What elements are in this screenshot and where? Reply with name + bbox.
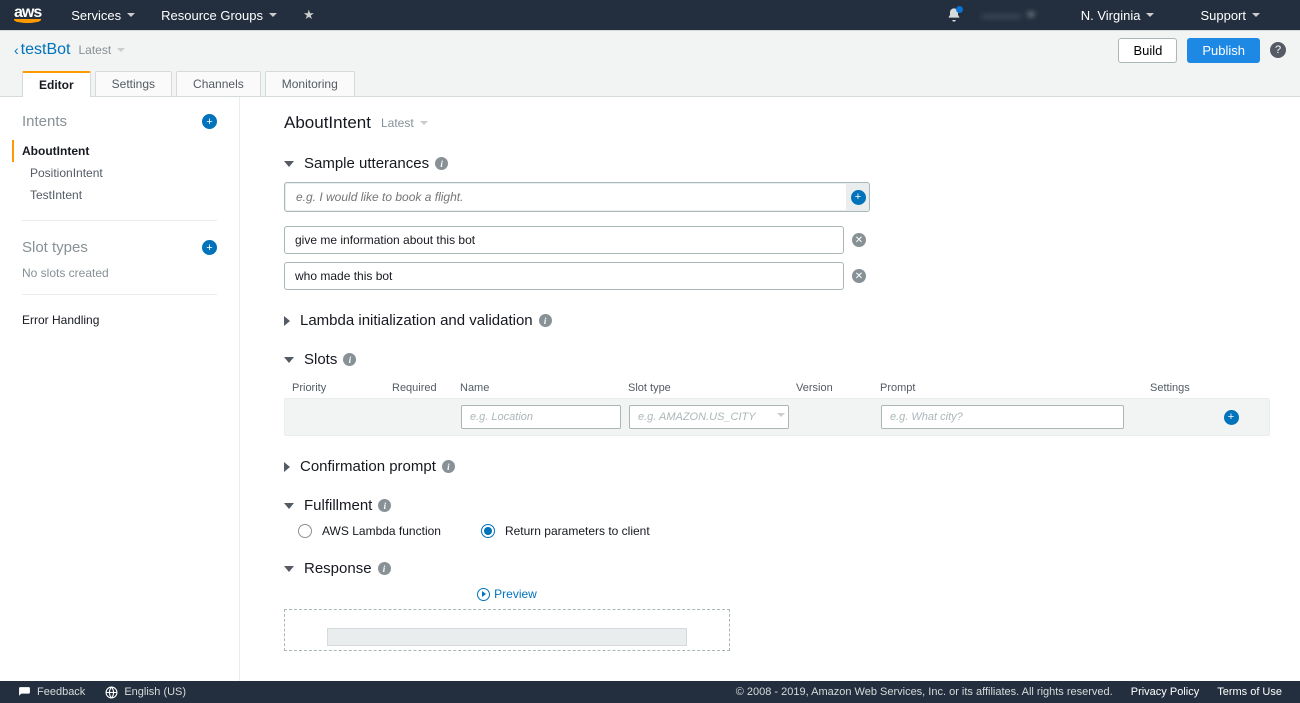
section-fulfillment-title: Fulfillment	[304, 497, 372, 514]
utterance-row: ✕	[284, 262, 1270, 290]
region-selector[interactable]: N. Virginia	[1081, 8, 1155, 23]
col-version: Version	[796, 382, 880, 394]
terms-link[interactable]: Terms of Use	[1217, 686, 1282, 698]
fulfillment-radio-lambda[interactable]: AWS Lambda function	[298, 524, 441, 538]
slots-header-row: Priority Required Name Slot type Version…	[284, 378, 1270, 398]
section-confirmation-title: Confirmation prompt	[300, 458, 436, 475]
col-type: Slot type	[628, 382, 796, 394]
sidebar-intents-header: Intents	[22, 113, 67, 130]
section-lambda-init-title: Lambda initialization and validation	[300, 312, 533, 329]
response-card	[284, 609, 730, 651]
tab-monitoring[interactable]: Monitoring	[265, 71, 355, 96]
language-selector[interactable]: English (US)	[105, 686, 186, 699]
publish-button[interactable]: Publish	[1187, 38, 1260, 63]
notification-dot	[956, 6, 963, 13]
info-icon[interactable]: i	[378, 562, 391, 575]
aws-logo[interactable]: aws	[14, 7, 41, 23]
utterance-input-new[interactable]	[286, 184, 846, 210]
sidebar-intent-position[interactable]: PositionIntent	[22, 162, 217, 184]
support-menu[interactable]: Support	[1200, 8, 1260, 23]
delete-utterance-button[interactable]: ✕	[852, 233, 866, 247]
fulfillment-radio-return-params[interactable]: Return parameters to client	[481, 524, 650, 538]
sidebar: Intents + AboutIntent PositionIntent Tes…	[0, 97, 240, 681]
tab-channels[interactable]: Channels	[176, 71, 261, 96]
play-icon	[477, 588, 490, 601]
disclosure-confirmation[interactable]	[284, 462, 290, 472]
feedback-link[interactable]: Feedback	[18, 686, 85, 699]
copyright: © 2008 - 2019, Amazon Web Services, Inc.…	[736, 686, 1113, 698]
add-utterance-button[interactable]: +	[851, 190, 866, 205]
caret-down-icon	[269, 13, 277, 17]
preview-link[interactable]: Preview	[284, 587, 730, 601]
col-settings: Settings	[1150, 382, 1262, 394]
add-intent-button[interactable]: +	[202, 114, 217, 129]
info-icon[interactable]: i	[343, 353, 356, 366]
help-icon[interactable]: ?	[1270, 42, 1286, 58]
caret-down-icon	[117, 48, 125, 52]
pin-icon[interactable]: ★	[303, 7, 315, 23]
section-utterances-title: Sample utterances	[304, 155, 429, 172]
info-icon[interactable]: i	[442, 460, 455, 473]
delete-utterance-button[interactable]: ✕	[852, 269, 866, 283]
utterance-row: ✕	[284, 226, 1270, 254]
caret-down-icon	[420, 121, 428, 125]
add-slot-type-button[interactable]: +	[202, 240, 217, 255]
caret-down-icon	[127, 13, 135, 17]
sidebar-intent-test[interactable]: TestIntent	[22, 184, 217, 206]
bot-name-link[interactable]: testBot	[21, 41, 71, 59]
disclosure-lambda-init[interactable]	[284, 316, 290, 326]
slot-new-row: +	[284, 398, 1270, 436]
disclosure-slots[interactable]	[284, 357, 294, 363]
disclosure-utterances[interactable]	[284, 161, 294, 167]
slot-name-input[interactable]	[461, 405, 621, 429]
content-pane: AboutIntent Latest Sample utterances i +…	[240, 97, 1300, 681]
notifications-icon[interactable]	[946, 7, 962, 23]
section-slots-title: Slots	[304, 351, 337, 368]
caret-down-icon	[1252, 13, 1260, 17]
col-priority: Priority	[292, 382, 392, 394]
build-button[interactable]: Build	[1118, 38, 1177, 63]
slot-prompt-input[interactable]	[881, 405, 1124, 429]
utterance-input[interactable]	[284, 226, 844, 254]
caret-down-icon	[1146, 13, 1154, 17]
footer: Feedback English (US) © 2008 - 2019, Ama…	[0, 681, 1300, 703]
breadcrumb-bar: ‹ testBot Latest Build Publish ?	[0, 30, 1300, 70]
intent-title: AboutIntent	[284, 113, 371, 133]
sidebar-slot-types-header: Slot types	[22, 239, 88, 256]
privacy-link[interactable]: Privacy Policy	[1131, 686, 1199, 698]
disclosure-response[interactable]	[284, 566, 294, 572]
back-chevron-icon[interactable]: ‹	[14, 42, 19, 58]
info-icon[interactable]: i	[539, 314, 552, 327]
tab-editor[interactable]: Editor	[22, 71, 91, 97]
utterance-input[interactable]	[284, 262, 844, 290]
info-icon[interactable]: i	[435, 157, 448, 170]
add-slot-button[interactable]: +	[1224, 410, 1239, 425]
response-placeholder	[327, 628, 687, 646]
slot-type-select[interactable]	[629, 405, 789, 429]
account-menu[interactable]: ———	[982, 8, 1035, 23]
col-name: Name	[460, 382, 628, 394]
nav-resource-groups[interactable]: Resource Groups	[161, 8, 277, 23]
section-response-title: Response	[304, 560, 372, 577]
sidebar-intent-about[interactable]: AboutIntent	[12, 140, 217, 162]
caret-down-icon	[1027, 13, 1035, 17]
tab-bar: Editor Settings Channels Monitoring	[0, 69, 1300, 97]
sidebar-error-handling[interactable]: Error Handling	[22, 313, 217, 327]
col-prompt: Prompt	[880, 382, 1150, 394]
nav-services[interactable]: Services	[71, 8, 135, 23]
col-required: Required	[392, 382, 460, 394]
info-icon[interactable]: i	[378, 499, 391, 512]
tab-settings[interactable]: Settings	[95, 71, 172, 96]
new-utterance-row: +	[284, 182, 870, 212]
bot-version-selector[interactable]: Latest	[78, 43, 125, 57]
disclosure-fulfillment[interactable]	[284, 503, 294, 509]
global-nav: aws Services Resource Groups ★ ——— N. Vi…	[0, 0, 1300, 30]
intent-version-selector[interactable]: Latest	[381, 116, 428, 130]
slot-types-empty: No slots created	[22, 266, 217, 295]
